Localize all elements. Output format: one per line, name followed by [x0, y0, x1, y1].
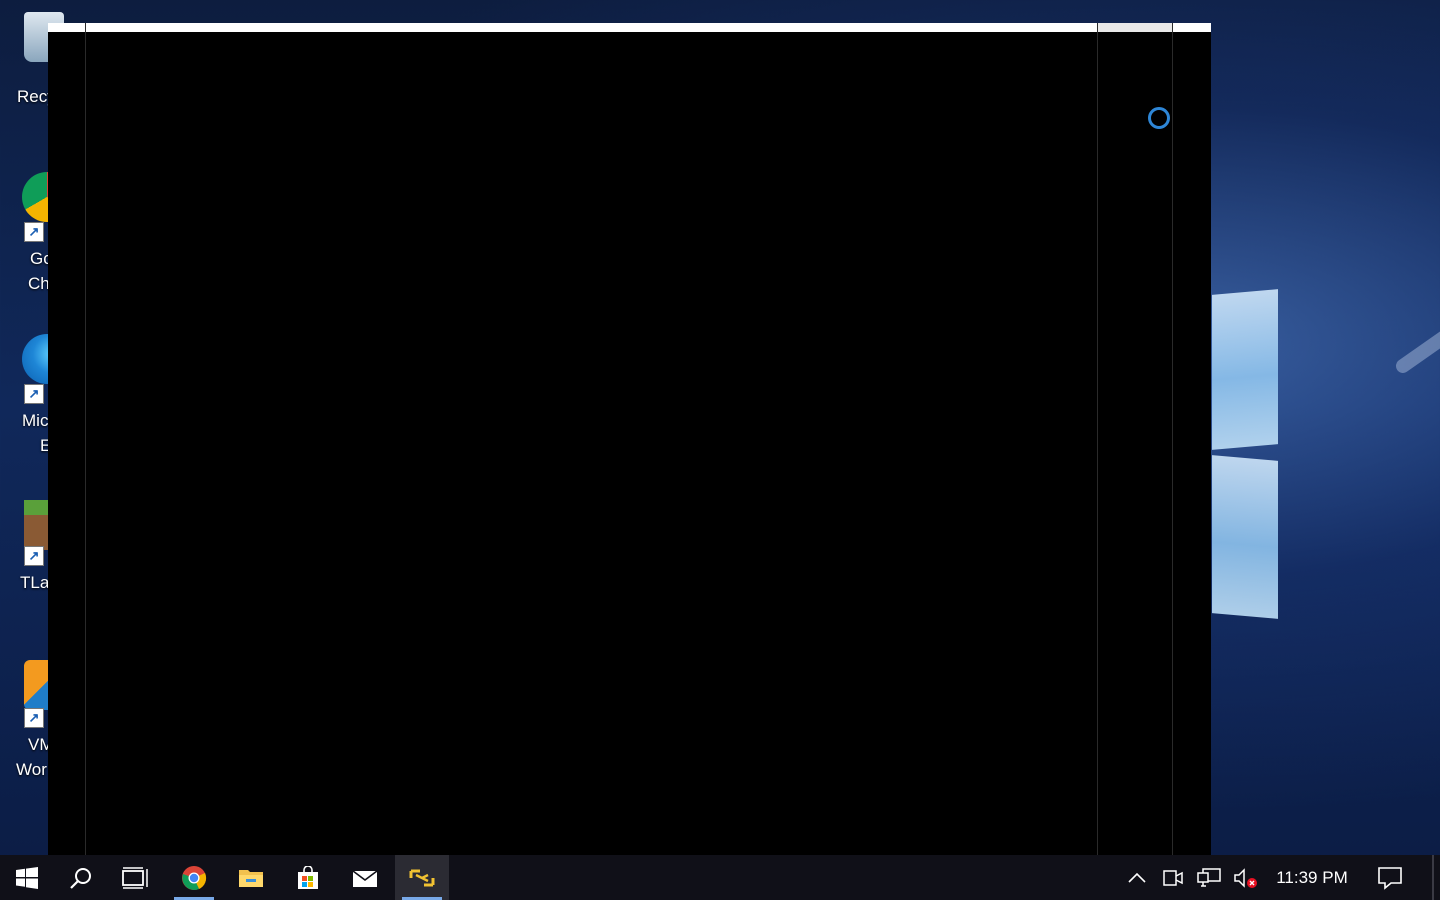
vmware-icon — [409, 869, 435, 886]
light-streak — [1393, 318, 1440, 376]
windows-logo-pane-top — [1212, 289, 1278, 450]
action-center-button[interactable] — [1368, 855, 1412, 900]
volume-muted-icon — [1234, 867, 1257, 888]
task-view-icon — [122, 866, 148, 889]
search-button[interactable] — [54, 855, 108, 900]
microsoft-store-icon — [298, 865, 318, 889]
show-hidden-icons-button[interactable] — [1124, 855, 1150, 900]
search-icon — [70, 867, 91, 889]
taskbar-clock[interactable]: 11:39 PM — [1262, 855, 1362, 900]
panel-divider — [1097, 23, 1098, 855]
taskbar-microsoft-store[interactable] — [281, 855, 335, 900]
meet-now-icon — [1163, 869, 1183, 886]
chrome-icon — [182, 865, 207, 890]
start-button[interactable] — [0, 855, 54, 900]
shortcut-arrow-icon: ↗ — [24, 546, 44, 566]
taskbar-mail[interactable] — [338, 855, 392, 900]
windows-start-icon — [16, 866, 38, 889]
panel-divider — [1172, 23, 1173, 855]
task-view-button[interactable] — [108, 855, 162, 900]
mail-icon — [352, 869, 378, 887]
network-icon — [1197, 867, 1221, 887]
title-bar-segment — [1098, 23, 1173, 32]
taskbar-chrome[interactable] — [167, 855, 221, 900]
taskbar-vmware[interactable] — [395, 855, 449, 900]
meet-now-button[interactable] — [1160, 855, 1186, 900]
show-desktop-button[interactable] — [1432, 855, 1434, 900]
loading-spinner-icon — [1148, 107, 1170, 129]
file-explorer-icon — [239, 869, 263, 887]
chevron-up-icon — [1128, 872, 1146, 883]
volume-button[interactable] — [1230, 855, 1260, 900]
taskbar-file-explorer[interactable] — [224, 855, 278, 900]
panel-divider — [85, 23, 86, 855]
notification-icon — [1378, 866, 1402, 890]
shortcut-arrow-icon: ↗ — [24, 708, 44, 728]
shortcut-arrow-icon: ↗ — [24, 384, 44, 404]
window-title-bar[interactable] — [48, 23, 1211, 32]
network-button[interactable] — [1194, 855, 1224, 900]
shortcut-arrow-icon: ↗ — [24, 222, 44, 242]
taskbar: 11:39 PM — [0, 855, 1440, 900]
app-window[interactable] — [48, 23, 1211, 855]
windows-logo-pane-bottom — [1212, 455, 1278, 619]
